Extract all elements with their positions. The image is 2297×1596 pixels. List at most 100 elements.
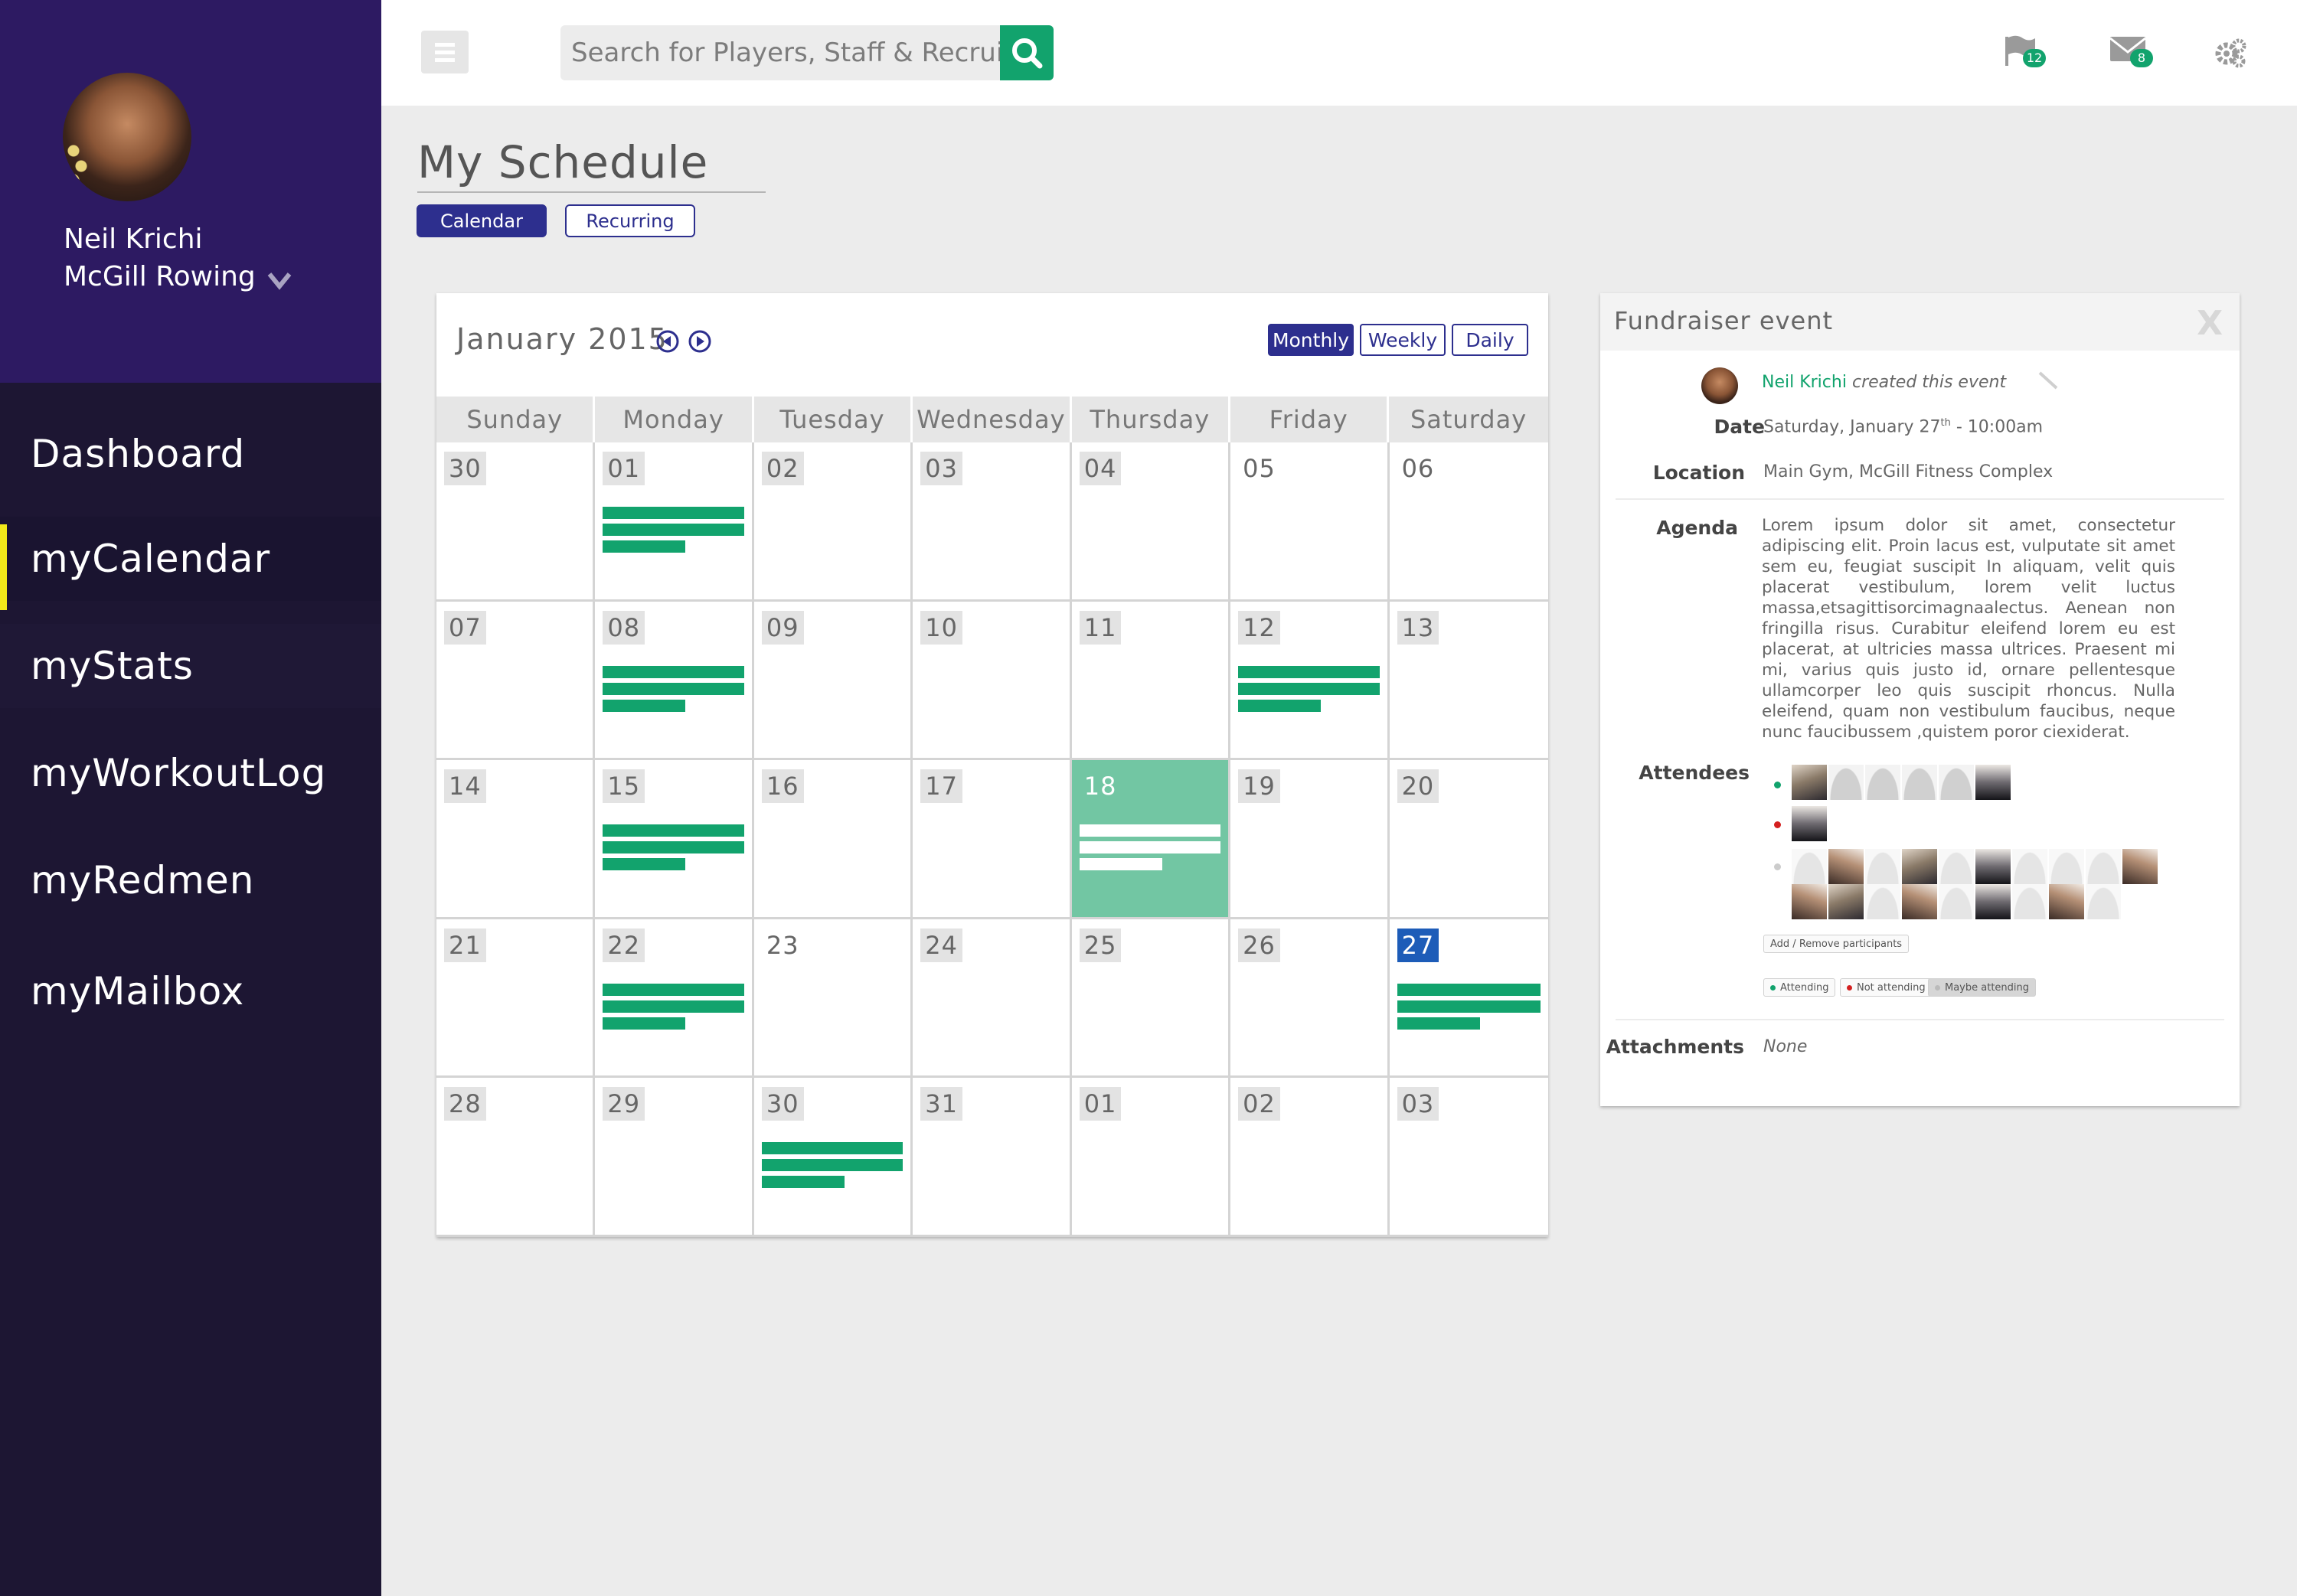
calendar-day-cell[interactable]: 07	[436, 601, 596, 761]
calendar-day-cell[interactable]: 01	[595, 442, 754, 602]
attendee-avatar[interactable]	[2012, 849, 2047, 884]
creator-name-link[interactable]: Neil Krichi	[1762, 373, 1847, 392]
attendee-avatar[interactable]	[2086, 849, 2121, 884]
calendar-day-cell[interactable]: 01	[1071, 1078, 1231, 1237]
event-bar[interactable]	[1238, 699, 1322, 712]
event-bar[interactable]	[761, 1159, 903, 1172]
recurring-toggle-button[interactable]: Recurring	[565, 204, 695, 237]
event-bar[interactable]	[603, 540, 686, 553]
close-icon[interactable]: X	[2197, 304, 2223, 343]
calendar-day-cell[interactable]: 14	[436, 760, 596, 919]
event-bar[interactable]	[761, 1176, 845, 1189]
legend-maybe-attending[interactable]: Maybe attending	[1928, 978, 2037, 997]
event-bar[interactable]	[603, 507, 744, 519]
attendee-avatar[interactable]	[1975, 884, 2011, 919]
calendar-day-cell[interactable]: 31	[913, 1078, 1072, 1237]
legend-not-attending[interactable]: Not attending	[1840, 978, 1933, 997]
legend-attending[interactable]: Attending	[1763, 978, 1836, 997]
calendar-day-cell[interactable]: 09	[753, 601, 913, 761]
attendee-avatar[interactable]	[1975, 765, 2011, 800]
event-bar[interactable]	[1238, 682, 1380, 695]
calendar-toggle-button[interactable]: Calendar	[417, 204, 547, 237]
sidebar-item-myredmen[interactable]: myRedmen	[0, 838, 381, 922]
event-bar[interactable]	[603, 665, 744, 678]
attendee-avatar[interactable]	[2049, 884, 2084, 919]
attendee-avatar[interactable]	[1792, 765, 1827, 800]
add-remove-participants-button[interactable]: Add / Remove participants	[1763, 935, 1910, 953]
calendar-day-cell[interactable]: 04	[1071, 442, 1231, 602]
calendar-day-cell[interactable]: 25	[1071, 919, 1231, 1079]
previous-month-icon[interactable]	[655, 329, 680, 354]
event-bar[interactable]	[603, 1017, 686, 1030]
calendar-day-cell[interactable]: 26	[1230, 919, 1390, 1079]
calendar-day-cell[interactable]: 13	[1389, 601, 1548, 761]
attendee-avatar[interactable]	[1939, 884, 1974, 919]
calendar-day-cell[interactable]: 23	[753, 919, 913, 1079]
next-month-icon[interactable]	[688, 329, 712, 354]
attendee-avatar[interactable]	[2086, 884, 2121, 919]
attendee-avatar[interactable]	[1828, 884, 1864, 919]
calendar-day-cell[interactable]: 17	[913, 760, 1072, 919]
calendar-day-cell[interactable]: 15	[595, 760, 754, 919]
attendee-avatar[interactable]	[1865, 884, 1900, 919]
event-bar[interactable]	[1397, 983, 1541, 996]
attendee-avatar[interactable]	[1902, 884, 1937, 919]
calendar-day-cell[interactable]: 22	[595, 919, 754, 1079]
search-input[interactable]	[560, 25, 1000, 80]
attendee-avatar[interactable]	[1828, 849, 1864, 884]
event-bar[interactable]	[603, 699, 686, 712]
calendar-day-cell[interactable]: 08	[595, 601, 754, 761]
event-bar[interactable]	[603, 824, 744, 837]
event-bar[interactable]	[603, 1000, 744, 1013]
search-button[interactable]	[1000, 25, 1054, 80]
flag-notifications-button[interactable]: 12	[2000, 31, 2054, 77]
calendar-day-cell[interactable]: 16	[753, 760, 913, 919]
attendee-avatar[interactable]	[2012, 884, 2047, 919]
chevron-down-icon[interactable]	[266, 269, 292, 291]
settings-button[interactable]	[2211, 31, 2265, 77]
calendar-day-cell[interactable]: 02	[753, 442, 913, 602]
monthly-view-button[interactable]: Monthly	[1268, 324, 1354, 356]
event-bar[interactable]	[1079, 824, 1221, 837]
attendee-avatar[interactable]	[1902, 765, 1937, 800]
calendar-day-cell[interactable]: 28	[436, 1078, 596, 1237]
calendar-day-cell[interactable]: 18	[1071, 760, 1231, 919]
attendee-avatar[interactable]	[1792, 806, 1827, 841]
mail-notifications-button[interactable]: 8	[2107, 31, 2161, 77]
event-bar[interactable]	[603, 858, 686, 871]
daily-view-button[interactable]: Daily	[1452, 324, 1528, 356]
calendar-day-cell[interactable]: 27	[1389, 919, 1548, 1079]
calendar-day-cell[interactable]: 05	[1230, 442, 1390, 602]
event-bar[interactable]	[603, 983, 744, 996]
calendar-day-cell[interactable]: 20	[1389, 760, 1548, 919]
sidebar-item-mycalendar[interactable]: myCalendar	[0, 517, 381, 610]
attendee-avatar[interactable]	[1792, 849, 1827, 884]
sidebar-item-mystats[interactable]: myStats	[0, 624, 381, 708]
calendar-day-cell[interactable]: 30	[436, 442, 596, 602]
calendar-day-cell[interactable]: 30	[753, 1078, 913, 1237]
edit-pencil-icon[interactable]	[2037, 370, 2060, 393]
attendee-avatar[interactable]	[1939, 849, 1974, 884]
sidebar-item-dashboard[interactable]: Dashboard	[0, 412, 381, 496]
attendee-avatar[interactable]	[2049, 849, 2084, 884]
event-bar[interactable]	[1079, 858, 1162, 871]
attendee-avatar[interactable]	[2122, 849, 2158, 884]
calendar-day-cell[interactable]: 03	[1389, 1078, 1548, 1237]
attendee-avatar[interactable]	[1828, 765, 1864, 800]
event-bar[interactable]	[603, 524, 744, 536]
attendee-avatar[interactable]	[1939, 765, 1974, 800]
attendee-avatar[interactable]	[1902, 849, 1937, 884]
calendar-day-cell[interactable]: 24	[913, 919, 1072, 1079]
calendar-day-cell[interactable]: 03	[913, 442, 1072, 602]
event-bar[interactable]	[1238, 665, 1380, 678]
calendar-day-cell[interactable]: 12	[1230, 601, 1390, 761]
calendar-day-cell[interactable]: 06	[1389, 442, 1548, 602]
hamburger-menu-icon[interactable]	[421, 31, 469, 73]
attendee-avatar[interactable]	[1865, 765, 1900, 800]
event-bar[interactable]	[1397, 1017, 1480, 1030]
event-bar[interactable]	[761, 1142, 903, 1155]
event-bar[interactable]	[1397, 1000, 1541, 1013]
event-bar[interactable]	[1079, 841, 1221, 854]
weekly-view-button[interactable]: Weekly	[1360, 324, 1446, 356]
calendar-day-cell[interactable]: 21	[436, 919, 596, 1079]
